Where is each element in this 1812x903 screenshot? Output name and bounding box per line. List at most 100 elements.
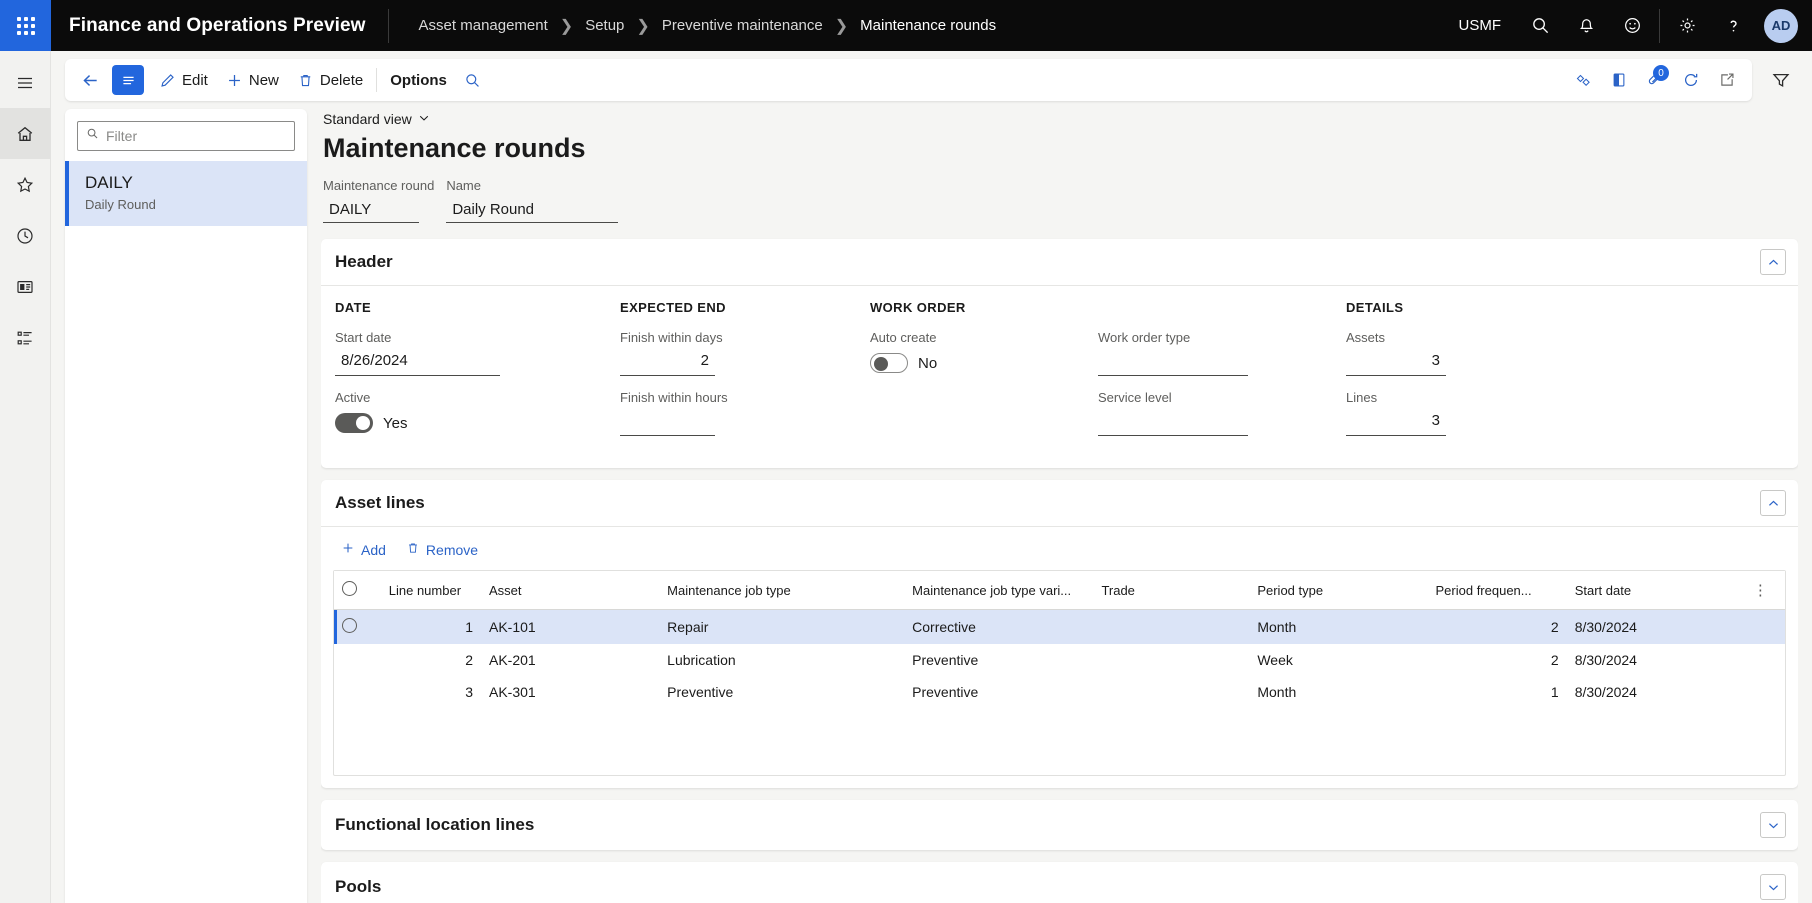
- column-header-period-frequency[interactable]: Period frequen...: [1427, 571, 1567, 610]
- asset-lines-section-body: Add Remove Line number Asset Maintenance…: [321, 526, 1798, 776]
- column-header-start-date[interactable]: Start date: [1566, 571, 1745, 610]
- work-order-fields-spacer: [1098, 300, 1326, 316]
- row-select-cell[interactable]: [334, 644, 381, 676]
- lines-value[interactable]: 3: [1346, 410, 1446, 436]
- auto-create-toggle-row: No: [870, 350, 1078, 376]
- finish-within-hours-input[interactable]: [620, 410, 715, 436]
- table-row[interactable]: 1 AK-101 Repair Corrective Month 2 8/30/…: [334, 609, 1785, 644]
- refresh-icon[interactable]: [1674, 64, 1708, 96]
- cell-maintenance-job-type-variant[interactable]: Preventive: [904, 676, 1093, 708]
- cell-maintenance-job-type-variant[interactable]: Preventive: [904, 644, 1093, 676]
- functional-location-lines-section: Functional location lines: [321, 800, 1798, 850]
- remove-line-button[interactable]: Remove: [398, 537, 486, 562]
- asset-lines-table-head: Line number Asset Maintenance job type M…: [334, 571, 1785, 610]
- main-region: Edit New Delete Options 0 Filter DAILY D…: [51, 51, 1812, 903]
- recent-clock-icon[interactable]: [0, 210, 51, 261]
- filter-input-wrapper[interactable]: [77, 121, 295, 151]
- row-select-radio[interactable]: [342, 618, 357, 633]
- favorites-star-icon[interactable]: [0, 159, 51, 210]
- workspaces-icon[interactable]: [0, 261, 51, 312]
- help-question-icon[interactable]: [1710, 0, 1756, 51]
- open-in-new-window-icon[interactable]: [1710, 64, 1744, 96]
- chevron-down-icon[interactable]: [1760, 874, 1786, 900]
- work-order-type-input[interactable]: [1098, 350, 1248, 376]
- filter-pane-icon[interactable]: [1760, 59, 1802, 101]
- notifications-bell-icon[interactable]: [1563, 0, 1609, 51]
- breadcrumb-item-setup[interactable]: Setup: [577, 14, 632, 37]
- active-toggle[interactable]: [335, 413, 373, 433]
- table-row[interactable]: 2 AK-201 Lubrication Preventive Week 2 8…: [334, 644, 1785, 676]
- maintenance-round-field: Maintenance round DAILY: [323, 178, 434, 223]
- cell-period-type: Month: [1249, 609, 1428, 644]
- chevron-up-icon[interactable]: [1760, 490, 1786, 516]
- breadcrumb-item-preventive-maintenance[interactable]: Preventive maintenance: [654, 14, 831, 37]
- cell-asset[interactable]: AK-301: [481, 676, 659, 708]
- column-header-trade[interactable]: Trade: [1093, 571, 1250, 610]
- cell-maintenance-job-type[interactable]: Lubrication: [659, 644, 904, 676]
- cell-start-date: 8/30/2024: [1574, 684, 1637, 700]
- lines-field: Lines 3: [1346, 390, 1446, 436]
- back-button[interactable]: [71, 64, 110, 96]
- command-bar-right-icons: 0: [1566, 64, 1744, 96]
- cell-asset[interactable]: AK-201: [481, 644, 659, 676]
- app-launcher-waffle-icon[interactable]: [0, 0, 51, 51]
- service-level-input[interactable]: [1098, 410, 1248, 436]
- column-header-asset[interactable]: Asset: [480, 571, 660, 610]
- pools-header[interactable]: Pools: [321, 862, 1798, 903]
- auto-create-toggle[interactable]: [870, 353, 908, 373]
- start-date-input[interactable]: 8/26/2024: [335, 350, 500, 376]
- share-icon[interactable]: [1566, 64, 1600, 96]
- cell-maintenance-job-type-variant[interactable]: Corrective: [904, 609, 1094, 644]
- show-list-button[interactable]: [112, 65, 144, 95]
- functional-location-lines-header[interactable]: Functional location lines: [321, 800, 1798, 850]
- attachments-icon[interactable]: 0: [1638, 64, 1672, 96]
- settings-gear-icon[interactable]: [1664, 0, 1710, 51]
- home-icon[interactable]: [0, 108, 51, 159]
- row-select-cell[interactable]: [334, 676, 381, 708]
- row-select-cell[interactable]: [334, 609, 381, 644]
- table-row[interactable]: 3 AK-301 Preventive Preventive Month 1 8…: [334, 676, 1785, 708]
- command-search-icon[interactable]: [456, 64, 490, 96]
- new-button[interactable]: New: [217, 64, 288, 96]
- active-toggle-value: Yes: [383, 414, 408, 432]
- chevron-down-icon[interactable]: [1760, 812, 1786, 838]
- select-all-radio[interactable]: [342, 581, 357, 596]
- column-header-line-number[interactable]: Line number: [380, 571, 481, 610]
- asset-lines-section-header[interactable]: Asset lines: [321, 480, 1798, 526]
- header-section-header[interactable]: Header: [321, 239, 1798, 285]
- modules-list-icon[interactable]: [0, 312, 51, 363]
- view-selector[interactable]: Standard view: [321, 109, 1798, 127]
- office-apps-icon[interactable]: [1602, 64, 1636, 96]
- list-item[interactable]: DAILY Daily Round: [65, 161, 307, 226]
- grid-options-icon[interactable]: ⋮: [1744, 571, 1785, 610]
- add-line-button[interactable]: Add: [333, 537, 394, 562]
- company-selector[interactable]: USMF: [1443, 17, 1518, 34]
- menu-hamburger-icon[interactable]: [0, 57, 51, 108]
- cell-maintenance-job-type[interactable]: Preventive: [659, 676, 904, 708]
- edit-button[interactable]: Edit: [150, 64, 217, 96]
- assets-value[interactable]: 3: [1346, 350, 1446, 376]
- pools-section: Pools: [321, 862, 1798, 903]
- cell-row-menu: [1745, 676, 1785, 708]
- select-all-header[interactable]: [334, 571, 381, 610]
- breadcrumb-item-asset-management[interactable]: Asset management: [411, 14, 556, 37]
- work-order-group: WORK ORDER Auto create No: [870, 300, 1098, 450]
- column-header-period-type[interactable]: Period type: [1249, 571, 1428, 610]
- delete-button[interactable]: Delete: [288, 64, 372, 96]
- search-icon[interactable]: [1517, 0, 1563, 51]
- cell-maintenance-job-type[interactable]: Repair: [659, 609, 905, 644]
- avatar[interactable]: AD: [1764, 8, 1798, 43]
- cell-asset[interactable]: AK-101: [480, 609, 660, 644]
- breadcrumb-item-maintenance-rounds[interactable]: Maintenance rounds: [852, 14, 1004, 37]
- column-header-maintenance-job-type-variant[interactable]: Maintenance job type vari...: [904, 571, 1094, 610]
- cell-row-menu: [1744, 609, 1785, 644]
- options-button[interactable]: Options: [381, 64, 456, 96]
- finish-within-days-input[interactable]: 2: [620, 350, 715, 376]
- filter-input[interactable]: [106, 128, 286, 144]
- name-input[interactable]: Daily Round: [446, 199, 619, 223]
- column-header-maintenance-job-type[interactable]: Maintenance job type: [659, 571, 905, 610]
- view-selector-label: Standard view: [323, 111, 412, 127]
- maintenance-round-input[interactable]: DAILY: [323, 199, 419, 223]
- chevron-up-icon[interactable]: [1760, 249, 1786, 275]
- feedback-smiley-icon[interactable]: [1609, 0, 1655, 51]
